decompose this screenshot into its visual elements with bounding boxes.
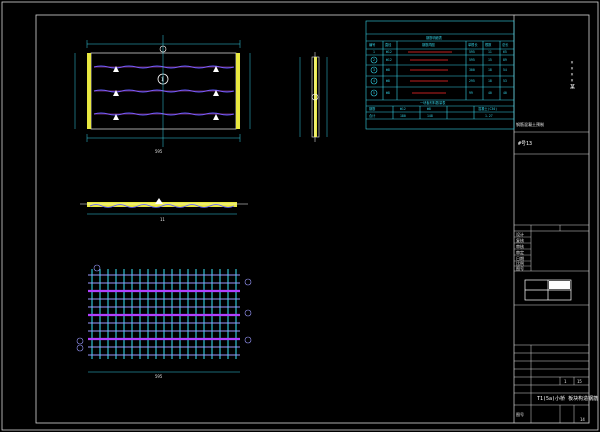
svg-text:审定: 审定 [516, 249, 524, 255]
svg-text:4: 4 [373, 79, 375, 83]
quantity-table-header: 编号 直径 钢筋简图 单根长 根数 总长 [369, 42, 509, 47]
section-view-dim: 11 [160, 217, 165, 222]
section-view [80, 198, 248, 215]
project-label: 钢筋混凝土预制 [516, 121, 544, 127]
svg-text:295: 295 [469, 79, 475, 83]
svg-text:图号: 图号 [516, 265, 524, 271]
svg-text:Φ8: Φ8 [427, 107, 431, 111]
svg-text:3: 3 [373, 68, 375, 72]
title-block [513, 15, 589, 423]
quantity-table-title: 钢筋明细表 [426, 35, 443, 40]
drawing-name: T1(5a)小桥 板块构造钢筋 [537, 395, 598, 402]
svg-text:直径: 直径 [385, 42, 392, 47]
svg-text:单根长: 单根长 [468, 42, 478, 47]
svg-text:18: 18 [488, 79, 492, 83]
svg-text:65: 65 [503, 50, 507, 54]
svg-text:1: 1 [373, 50, 375, 54]
sheet-row-b: 15 [577, 379, 582, 384]
plan-view-circle-label: 1 [161, 77, 164, 82]
svg-text:89: 89 [503, 58, 507, 62]
cad-drawing-canvas: ××××某 钢筋混凝土预制 #号13 T1(5a)小桥 板块构造钢筋 14 图号… [1, 1, 599, 431]
svg-text:180: 180 [400, 114, 406, 118]
side-view [299, 52, 328, 142]
svg-text:合计: 合计 [369, 113, 376, 118]
svg-text:Φ12: Φ12 [386, 50, 392, 54]
svg-text:40: 40 [503, 91, 507, 95]
rebar-grid-view [76, 264, 252, 373]
svg-text:1.27: 1.27 [485, 114, 493, 118]
sheet-row-a: 1 [564, 379, 567, 384]
svg-text:Φ8: Φ8 [386, 91, 390, 95]
svg-text:复核: 复核 [516, 237, 524, 243]
plan-view-dim: 595 [155, 149, 163, 154]
svg-text:Φ12: Φ12 [400, 107, 406, 111]
svg-text:54: 54 [503, 68, 507, 72]
svg-text:11: 11 [488, 50, 492, 54]
svg-text:5: 5 [373, 91, 375, 95]
svg-text:总长: 总长 [502, 42, 509, 47]
svg-text:混凝土(C30): 混凝土(C30) [478, 106, 497, 111]
summary-table-title: 一块板材料数量表 [420, 100, 446, 105]
rebar-grid-dim: 595 [155, 374, 163, 379]
svg-text:18: 18 [488, 68, 492, 72]
summary-table-header: 钢筋 Φ12 Φ8 混凝土(C30) [369, 106, 497, 111]
sheet-num: 图号 [516, 411, 524, 417]
svg-text:53: 53 [503, 79, 507, 83]
svg-text:钢筋: 钢筋 [369, 106, 375, 111]
svg-text:根数: 根数 [485, 42, 492, 47]
svg-text:Φ8: Φ8 [386, 68, 390, 72]
svg-text:编号: 编号 [369, 42, 375, 47]
plan-view [74, 35, 251, 147]
svg-text:设计: 设计 [516, 231, 524, 237]
svg-text:99: 99 [469, 91, 473, 95]
drawing-number: #号13 [518, 141, 532, 147]
title-vertical: ××××某 [569, 60, 575, 90]
svg-text:300: 300 [469, 68, 475, 72]
svg-text:钢筋简图: 钢筋简图 [422, 42, 435, 47]
svg-text:15: 15 [488, 58, 492, 62]
svg-text:595: 595 [469, 58, 475, 62]
svg-text:审核: 审核 [516, 243, 524, 249]
svg-text:595: 595 [469, 50, 475, 54]
svg-text:Φ8: Φ8 [386, 79, 390, 83]
page-label: 14 [580, 417, 585, 422]
svg-text:148: 148 [427, 114, 433, 118]
svg-text:2: 2 [373, 58, 375, 62]
svg-text:Φ12: Φ12 [386, 58, 392, 62]
svg-text:40: 40 [488, 91, 492, 95]
